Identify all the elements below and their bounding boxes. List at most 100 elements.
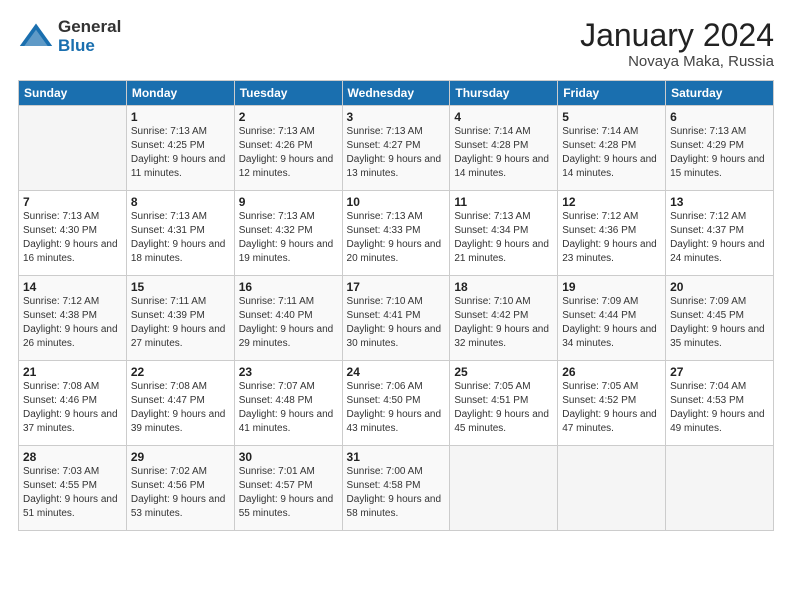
day-info: Sunrise: 7:13 AMSunset: 4:27 PMDaylight:…	[347, 125, 446, 181]
day-cell: 29Sunrise: 7:02 AMSunset: 4:56 PMDayligh…	[126, 446, 234, 531]
day-cell: 25Sunrise: 7:05 AMSunset: 4:51 PMDayligh…	[450, 361, 558, 446]
day-info: Sunrise: 7:13 AMSunset: 4:32 PMDaylight:…	[239, 210, 338, 266]
day-info: Sunrise: 7:14 AMSunset: 4:28 PMDaylight:…	[454, 125, 553, 181]
day-cell: 7Sunrise: 7:13 AMSunset: 4:30 PMDaylight…	[19, 191, 127, 276]
day-info: Sunrise: 7:11 AMSunset: 4:39 PMDaylight:…	[131, 295, 230, 351]
day-cell	[666, 446, 774, 531]
day-cell: 1Sunrise: 7:13 AMSunset: 4:25 PMDaylight…	[126, 106, 234, 191]
day-cell: 27Sunrise: 7:04 AMSunset: 4:53 PMDayligh…	[666, 361, 774, 446]
col-saturday: Saturday	[666, 81, 774, 106]
day-number: 11	[454, 195, 553, 209]
day-info: Sunrise: 7:11 AMSunset: 4:40 PMDaylight:…	[239, 295, 338, 351]
day-cell: 28Sunrise: 7:03 AMSunset: 4:55 PMDayligh…	[19, 446, 127, 531]
day-number: 27	[670, 365, 769, 379]
day-info: Sunrise: 7:12 AMSunset: 4:38 PMDaylight:…	[23, 295, 122, 351]
day-cell: 5Sunrise: 7:14 AMSunset: 4:28 PMDaylight…	[558, 106, 666, 191]
day-cell: 12Sunrise: 7:12 AMSunset: 4:36 PMDayligh…	[558, 191, 666, 276]
day-info: Sunrise: 7:12 AMSunset: 4:36 PMDaylight:…	[562, 210, 661, 266]
day-number: 14	[23, 280, 122, 294]
day-info: Sunrise: 7:13 AMSunset: 4:30 PMDaylight:…	[23, 210, 122, 266]
day-info: Sunrise: 7:13 AMSunset: 4:29 PMDaylight:…	[670, 125, 769, 181]
day-info: Sunrise: 7:10 AMSunset: 4:42 PMDaylight:…	[454, 295, 553, 351]
col-thursday: Thursday	[450, 81, 558, 106]
day-info: Sunrise: 7:05 AMSunset: 4:51 PMDaylight:…	[454, 380, 553, 436]
month-title: January 2024	[580, 18, 774, 53]
page: General Blue January 2024 Novaya Maka, R…	[0, 0, 792, 612]
day-number: 4	[454, 110, 553, 124]
day-number: 26	[562, 365, 661, 379]
day-number: 6	[670, 110, 769, 124]
day-number: 21	[23, 365, 122, 379]
col-monday: Monday	[126, 81, 234, 106]
day-number: 5	[562, 110, 661, 124]
day-number: 17	[347, 280, 446, 294]
day-cell	[450, 446, 558, 531]
day-cell: 15Sunrise: 7:11 AMSunset: 4:39 PMDayligh…	[126, 276, 234, 361]
week-row-3: 14Sunrise: 7:12 AMSunset: 4:38 PMDayligh…	[19, 276, 774, 361]
day-info: Sunrise: 7:13 AMSunset: 4:34 PMDaylight:…	[454, 210, 553, 266]
day-info: Sunrise: 7:03 AMSunset: 4:55 PMDaylight:…	[23, 465, 122, 521]
day-cell: 19Sunrise: 7:09 AMSunset: 4:44 PMDayligh…	[558, 276, 666, 361]
day-info: Sunrise: 7:14 AMSunset: 4:28 PMDaylight:…	[562, 125, 661, 181]
day-number: 19	[562, 280, 661, 294]
day-info: Sunrise: 7:08 AMSunset: 4:47 PMDaylight:…	[131, 380, 230, 436]
week-row-4: 21Sunrise: 7:08 AMSunset: 4:46 PMDayligh…	[19, 361, 774, 446]
header: General Blue January 2024 Novaya Maka, R…	[18, 18, 774, 70]
day-cell: 13Sunrise: 7:12 AMSunset: 4:37 PMDayligh…	[666, 191, 774, 276]
logo-text: General Blue	[58, 18, 121, 55]
day-number: 13	[670, 195, 769, 209]
day-info: Sunrise: 7:00 AMSunset: 4:58 PMDaylight:…	[347, 465, 446, 521]
day-cell: 16Sunrise: 7:11 AMSunset: 4:40 PMDayligh…	[234, 276, 342, 361]
calendar-table: Sunday Monday Tuesday Wednesday Thursday…	[18, 80, 774, 531]
day-number: 10	[347, 195, 446, 209]
day-number: 31	[347, 450, 446, 464]
day-number: 15	[131, 280, 230, 294]
week-row-5: 28Sunrise: 7:03 AMSunset: 4:55 PMDayligh…	[19, 446, 774, 531]
day-cell: 2Sunrise: 7:13 AMSunset: 4:26 PMDaylight…	[234, 106, 342, 191]
day-cell	[558, 446, 666, 531]
day-number: 29	[131, 450, 230, 464]
day-cell: 20Sunrise: 7:09 AMSunset: 4:45 PMDayligh…	[666, 276, 774, 361]
title-block: January 2024 Novaya Maka, Russia	[580, 18, 774, 70]
day-info: Sunrise: 7:01 AMSunset: 4:57 PMDaylight:…	[239, 465, 338, 521]
day-info: Sunrise: 7:02 AMSunset: 4:56 PMDaylight:…	[131, 465, 230, 521]
day-cell: 23Sunrise: 7:07 AMSunset: 4:48 PMDayligh…	[234, 361, 342, 446]
day-cell: 11Sunrise: 7:13 AMSunset: 4:34 PMDayligh…	[450, 191, 558, 276]
logo-icon	[18, 19, 54, 55]
day-cell: 4Sunrise: 7:14 AMSunset: 4:28 PMDaylight…	[450, 106, 558, 191]
day-info: Sunrise: 7:13 AMSunset: 4:31 PMDaylight:…	[131, 210, 230, 266]
day-number: 16	[239, 280, 338, 294]
day-info: Sunrise: 7:08 AMSunset: 4:46 PMDaylight:…	[23, 380, 122, 436]
day-info: Sunrise: 7:05 AMSunset: 4:52 PMDaylight:…	[562, 380, 661, 436]
logo-general: General	[58, 18, 121, 37]
day-number: 25	[454, 365, 553, 379]
day-cell: 3Sunrise: 7:13 AMSunset: 4:27 PMDaylight…	[342, 106, 450, 191]
day-cell: 30Sunrise: 7:01 AMSunset: 4:57 PMDayligh…	[234, 446, 342, 531]
day-number: 1	[131, 110, 230, 124]
subtitle: Novaya Maka, Russia	[580, 53, 774, 70]
day-cell: 24Sunrise: 7:06 AMSunset: 4:50 PMDayligh…	[342, 361, 450, 446]
day-info: Sunrise: 7:09 AMSunset: 4:44 PMDaylight:…	[562, 295, 661, 351]
day-cell: 14Sunrise: 7:12 AMSunset: 4:38 PMDayligh…	[19, 276, 127, 361]
day-number: 23	[239, 365, 338, 379]
day-number: 2	[239, 110, 338, 124]
day-number: 18	[454, 280, 553, 294]
day-info: Sunrise: 7:13 AMSunset: 4:33 PMDaylight:…	[347, 210, 446, 266]
day-number: 20	[670, 280, 769, 294]
day-cell	[19, 106, 127, 191]
day-info: Sunrise: 7:09 AMSunset: 4:45 PMDaylight:…	[670, 295, 769, 351]
col-tuesday: Tuesday	[234, 81, 342, 106]
day-info: Sunrise: 7:06 AMSunset: 4:50 PMDaylight:…	[347, 380, 446, 436]
day-cell: 26Sunrise: 7:05 AMSunset: 4:52 PMDayligh…	[558, 361, 666, 446]
day-number: 8	[131, 195, 230, 209]
day-number: 28	[23, 450, 122, 464]
day-number: 24	[347, 365, 446, 379]
day-info: Sunrise: 7:04 AMSunset: 4:53 PMDaylight:…	[670, 380, 769, 436]
day-info: Sunrise: 7:13 AMSunset: 4:25 PMDaylight:…	[131, 125, 230, 181]
logo: General Blue	[18, 18, 121, 55]
day-cell: 10Sunrise: 7:13 AMSunset: 4:33 PMDayligh…	[342, 191, 450, 276]
week-row-2: 7Sunrise: 7:13 AMSunset: 4:30 PMDaylight…	[19, 191, 774, 276]
col-wednesday: Wednesday	[342, 81, 450, 106]
day-cell: 17Sunrise: 7:10 AMSunset: 4:41 PMDayligh…	[342, 276, 450, 361]
day-number: 12	[562, 195, 661, 209]
